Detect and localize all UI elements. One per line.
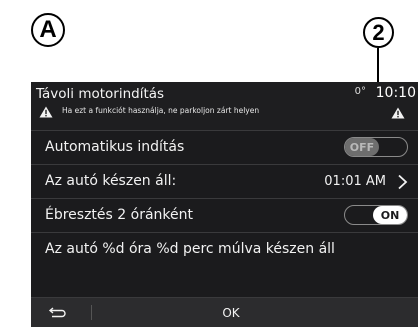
wake-every-2h-row[interactable]: Ébresztés 2 óránként ON (31, 198, 418, 232)
ready-info-text: Az autó %d óra %d perc múlva készen áll (45, 241, 335, 257)
car-ready-time: 01:01 AM (324, 174, 386, 189)
page-title: Távoli motorindítás (36, 86, 165, 102)
warning-icon (391, 107, 405, 119)
back-arrow-icon (48, 306, 66, 317)
toggle-state-on: ON (373, 206, 407, 224)
callout-2: 2 (363, 17, 394, 48)
wake-toggle[interactable]: ON (344, 205, 408, 225)
car-ready-label: Az autó készen áll: (45, 173, 177, 189)
temperature-readout: 0° (354, 86, 366, 97)
back-button[interactable] (31, 298, 83, 327)
footer-divider (91, 305, 92, 320)
auto-start-label: Automatikus indítás (45, 139, 185, 155)
chevron-right-icon[interactable] (396, 174, 408, 190)
car-ready-row[interactable]: Az autó készen áll: 01:01 AM (31, 164, 418, 198)
warning-text: Ha ezt a funkciót használja, ne parkoljo… (62, 106, 260, 115)
header: Távoli motorindítás 0° 10:10 Ha ezt a fu… (31, 82, 418, 130)
remote-start-screen: Távoli motorindítás 0° 10:10 Ha ezt a fu… (31, 82, 418, 327)
ok-button[interactable]: OK (171, 298, 291, 327)
clock: 10:10 (375, 85, 416, 101)
auto-start-row[interactable]: Automatikus indítás OFF (31, 130, 418, 164)
warning-icon (39, 106, 53, 118)
wake-label: Ébresztés 2 óránként (45, 207, 193, 223)
ready-info-row: Az autó %d óra %d perc múlva készen áll (31, 232, 418, 268)
callout-a: A (31, 13, 65, 47)
toggle-state-off: OFF (345, 138, 379, 156)
footer-bar: OK (31, 297, 418, 327)
auto-start-toggle[interactable]: OFF (344, 137, 408, 157)
